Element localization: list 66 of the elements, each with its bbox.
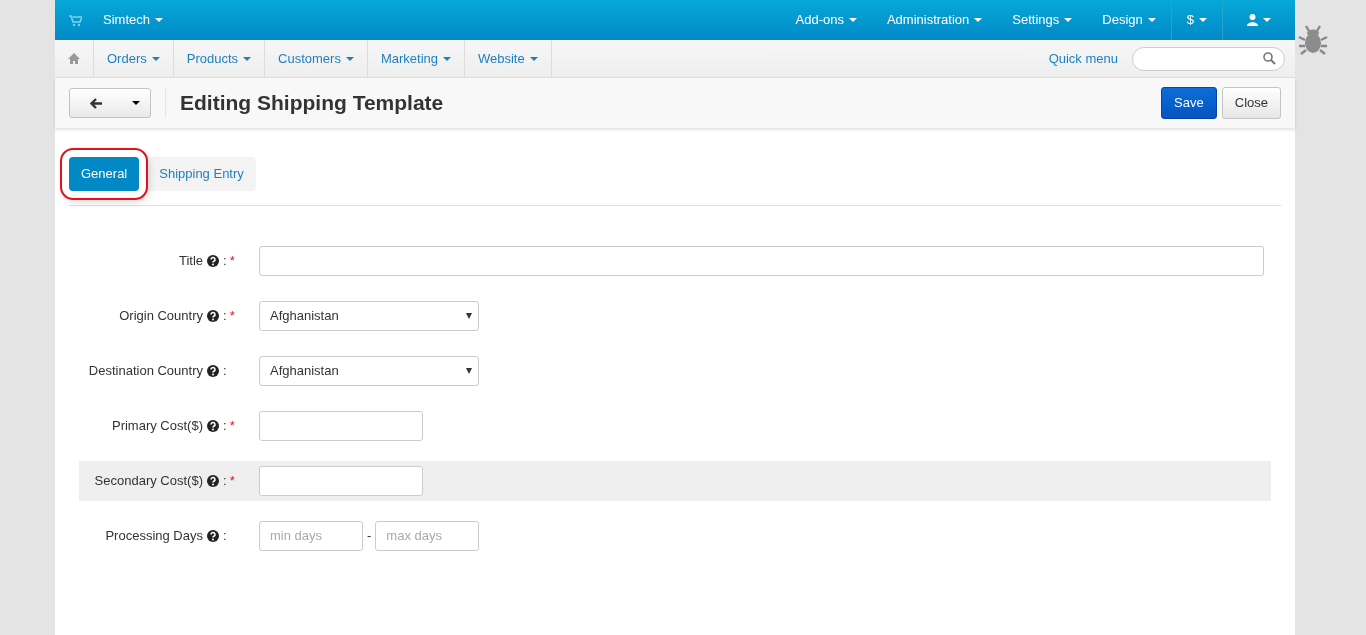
page-title: Editing Shipping Template <box>165 88 444 118</box>
nav-menu[interactable]: Website <box>465 39 552 78</box>
field-label: Primary Cost($) <box>112 416 203 435</box>
tab[interactable]: Shipping Entry <box>147 157 256 191</box>
field-label: Title <box>178 251 203 270</box>
dropdown-arrow-icon <box>466 367 472 374</box>
colon: : <box>223 306 227 325</box>
caret-icon <box>154 18 163 22</box>
caret-icon <box>1147 18 1156 22</box>
nav-menu[interactable]: Customers <box>265 39 368 78</box>
input-field[interactable]: max days <box>375 520 480 551</box>
help-icon[interactable] <box>207 364 219 377</box>
field-label: Destination Country <box>88 361 203 380</box>
arrow-left-icon <box>90 97 102 109</box>
caret-icon <box>243 56 252 61</box>
search-field[interactable] <box>1132 46 1285 71</box>
required-mark: * <box>229 471 235 490</box>
field-label: Origin Country <box>119 306 203 325</box>
help-icon[interactable] <box>207 309 219 322</box>
field-label: Processing Days <box>105 526 203 545</box>
help-icon[interactable] <box>207 419 219 432</box>
colon: : <box>223 251 227 270</box>
caret-icon <box>1263 18 1271 22</box>
caret-icon <box>848 18 857 22</box>
colon: : <box>223 416 227 435</box>
caret-icon <box>132 101 140 105</box>
caret-icon <box>529 56 538 61</box>
colon: : <box>223 361 227 380</box>
colon: : <box>223 526 227 545</box>
caret-icon <box>974 18 983 22</box>
home-icon <box>68 53 80 64</box>
field-label: Secondary Cost($) <box>94 471 203 490</box>
caret-icon <box>1199 18 1207 22</box>
bug-icon[interactable] <box>1298 24 1328 56</box>
user-icon <box>1247 14 1258 26</box>
input-field[interactable] <box>259 245 1264 276</box>
colon: : <box>223 471 227 490</box>
nav-menu[interactable]: Settings <box>997 0 1088 40</box>
required-mark: * <box>229 306 235 325</box>
nav-menu[interactable]: Administration <box>871 0 998 40</box>
nav-menu[interactable]: Add-ons <box>780 0 872 40</box>
caret-icon <box>345 56 354 61</box>
nav-menu[interactable]: Design <box>1087 0 1171 40</box>
nav-menu[interactable]: Products <box>173 39 266 78</box>
range-separator: - <box>367 526 372 545</box>
input-field[interactable] <box>259 410 423 441</box>
help-icon[interactable] <box>207 529 219 542</box>
help-icon[interactable] <box>207 474 219 487</box>
store-menu[interactable]: Simtech <box>88 0 178 40</box>
caret-icon <box>443 56 451 61</box>
dropdown-arrow-icon <box>466 312 472 319</box>
nav-menu[interactable]: Marketing <box>367 39 465 78</box>
select-field[interactable]: Afghanistan <box>259 300 479 331</box>
help-icon[interactable] <box>207 254 219 267</box>
input-field[interactable]: min days <box>259 520 363 551</box>
select-field[interactable]: Afghanistan <box>259 355 479 386</box>
required-mark: * <box>229 416 235 435</box>
caret-icon <box>151 56 160 61</box>
save-button[interactable]: Save <box>1161 87 1217 119</box>
nav-menu[interactable]: Orders <box>94 39 174 78</box>
search-icon[interactable] <box>1263 52 1276 65</box>
quick-menu-link[interactable]: Quick menu <box>1048 48 1118 69</box>
caret-icon <box>1064 18 1073 22</box>
close-button[interactable]: Close <box>1221 87 1281 119</box>
required-mark: * <box>229 251 235 270</box>
input-field[interactable] <box>259 465 423 496</box>
